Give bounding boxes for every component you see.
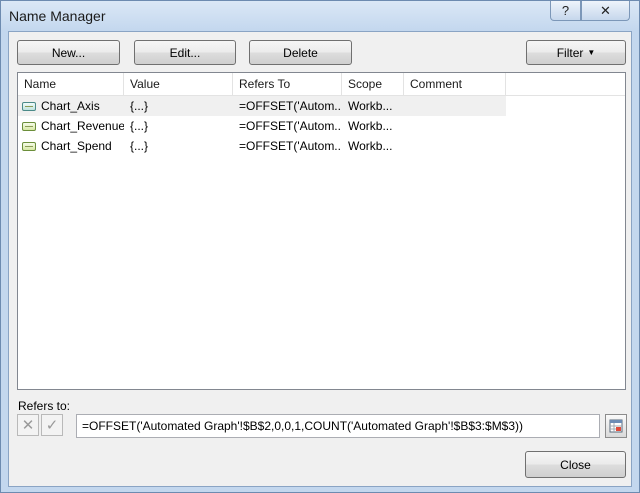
name-cell: Chart_Spend [18,136,124,156]
collapse-dialog-button[interactable] [605,414,627,438]
cancel-icon: ✕ [21,417,35,434]
refers-to-cell: =OFFSET('Autom... [239,119,342,133]
comment-cell [404,136,506,156]
new-button-label: New... [51,45,86,60]
range-select-icon [609,419,623,433]
help-icon: ? [561,3,570,18]
name-cell: Chart_Revenue [18,116,124,136]
value-cell: {...} [130,139,149,153]
name-cell: Chart_Axis [18,96,124,116]
refers-to-cell: =OFFSET('Autom... [239,139,342,153]
new-button[interactable]: New... [17,40,120,65]
named-range-icon [22,101,36,111]
chevron-down-icon: ▼ [587,48,596,57]
names-list[interactable]: Name Value Refers To Scope Comment Chart… [17,72,626,390]
name-text: Chart_Revenue [41,119,124,133]
cancel-edit-button[interactable]: ✕ [17,414,39,436]
confirm-edit-button[interactable]: ✓ [41,414,63,436]
comment-cell [404,96,506,116]
named-range-icon [22,141,36,151]
edit-button[interactable]: Edit... [134,40,236,65]
table-row[interactable]: Chart_Revenue {...} =OFFSET('Autom... Wo… [18,116,506,136]
name-text: Chart_Axis [41,99,100,113]
table-row[interactable]: Chart_Spend {...} =OFFSET('Autom... Work… [18,136,506,156]
named-range-icon [22,121,36,131]
close-icon: ✕ [600,2,611,18]
scope-cell: Workb... [348,99,393,113]
help-button[interactable]: ? [550,1,581,21]
delete-button[interactable]: Delete [249,40,352,65]
title-bar: Name Manager ? ✕ [1,1,639,31]
column-header-comment[interactable]: Comment [404,73,506,95]
close-button[interactable]: Close [525,451,626,478]
column-header-value[interactable]: Value [124,73,233,95]
name-text: Chart_Spend [41,139,112,153]
refers-to-label: Refers to: [18,399,71,413]
table-row[interactable]: Chart_Axis {...} =OFFSET('Autom... Workb… [18,96,506,116]
value-cell: {...} [130,99,149,113]
dialog-body: New... Edit... Delete Filter ▼ Name Valu… [8,31,632,487]
checkmark-icon: ✓ [45,417,59,434]
filter-button[interactable]: Filter ▼ [526,40,626,65]
delete-button-label: Delete [283,45,318,60]
column-header-name[interactable]: Name [18,73,124,95]
scope-cell: Workb... [348,119,393,133]
filter-button-label: Filter [556,45,584,60]
value-cell: {...} [130,119,149,133]
edit-button-label: Edit... [169,45,201,60]
name-manager-dialog: Name Manager ? ✕ New... Edit... Delete F… [0,0,640,493]
dialog-title: Name Manager [9,8,106,24]
comment-cell [404,116,506,136]
window-close-button[interactable]: ✕ [581,1,630,21]
refers-to-cell: =OFFSET('Autom... [239,99,342,113]
list-header: Name Value Refers To Scope Comment [18,73,625,96]
refers-to-input[interactable]: =OFFSET('Automated Graph'!$B$2,0,0,1,COU… [76,414,600,438]
scope-cell: Workb... [348,139,393,153]
column-header-refers-to[interactable]: Refers To [233,73,342,95]
close-button-label: Close [560,457,591,472]
column-header-scope[interactable]: Scope [342,73,404,95]
